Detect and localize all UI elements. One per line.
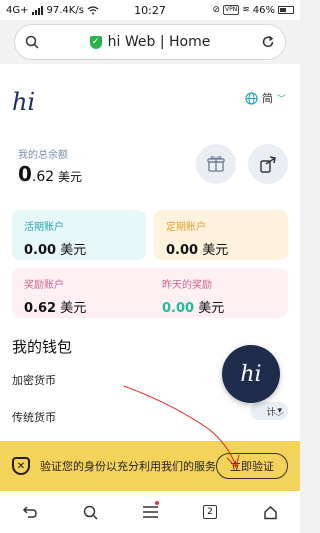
current-account-card[interactable]: 活期账户 0.00 美元 xyxy=(12,210,146,260)
address-bar[interactable]: ✓ hi Web | Home xyxy=(14,24,286,60)
chevron-down-icon: ﹀ xyxy=(273,411,284,424)
rewards-button[interactable] xyxy=(196,144,236,184)
search-icon[interactable] xyxy=(25,35,39,49)
notification-dot xyxy=(155,501,159,505)
reload-icon[interactable] xyxy=(261,35,275,49)
shield-x-icon: ✕ xyxy=(12,457,30,475)
yesterday-reward: 昨天的奖励 0.00 美元 xyxy=(162,276,224,316)
menu-button[interactable] xyxy=(132,494,168,530)
back-arrow-icon xyxy=(22,506,37,518)
search-button[interactable] xyxy=(72,494,108,530)
fixed-account-card[interactable]: 定期账户 0.00 美元 xyxy=(154,210,288,260)
transfer-out-button[interactable] xyxy=(248,144,288,184)
tabs-button[interactable]: 2 xyxy=(192,494,228,530)
reward-accounts-card[interactable]: 奖励账户 0.62 美元 昨天的奖励 0.00 美元 xyxy=(12,268,288,318)
current-account-amount: 0.00 xyxy=(24,243,57,258)
fixed-account-unit: 美元 xyxy=(202,243,229,258)
clock: 10:27 xyxy=(134,3,166,17)
export-icon xyxy=(260,156,276,173)
total-balance-label: 我的总余额 xyxy=(18,150,68,161)
reward-account-label: 奖励账户 xyxy=(24,280,64,291)
reward-account: 奖励账户 0.62 美元 xyxy=(24,276,86,316)
yesterday-reward-unit: 美元 xyxy=(198,301,225,316)
verify-banner-text: 验证您的身份以充分利用我们的服务 xyxy=(40,460,216,473)
wallet-item-label: 加密货币 xyxy=(12,374,56,387)
gift-icon xyxy=(207,156,225,172)
home-button[interactable] xyxy=(252,494,288,530)
browser-bottom-bar: 2 xyxy=(0,491,300,533)
globe-icon xyxy=(245,91,258,105)
wallet-title: 我的钱包 xyxy=(12,338,73,356)
wallet-item-fiat[interactable]: 传统货币 ﹀ xyxy=(12,409,288,425)
home-icon xyxy=(263,505,277,519)
reward-account-unit: 美元 xyxy=(60,301,87,316)
current-account-unit: 美元 xyxy=(60,243,87,258)
yesterday-reward-amount: 0.00 xyxy=(162,301,195,316)
yesterday-reward-label: 昨天的奖励 xyxy=(162,280,212,291)
menu-icon xyxy=(142,506,158,518)
url-text: hi Web | Home xyxy=(107,34,211,50)
tabs-count: 2 xyxy=(203,505,217,519)
hi-assistant-logo: hi xyxy=(240,361,262,387)
chevron-down-icon: ﹀ xyxy=(276,94,286,105)
battery-icon xyxy=(278,6,294,14)
status-bar: 4G+ 97.4K/s 10:27 ⊘ VPN ≋ 46% xyxy=(0,0,300,20)
shield-check-icon: ✓ xyxy=(89,35,102,49)
hi-assistant-button[interactable]: hi xyxy=(222,345,280,403)
fixed-account-amount: 0.00 xyxy=(166,243,199,258)
total-balance-value: 0.62 美元 xyxy=(18,162,82,186)
wallet-item-label: 传统货币 xyxy=(12,411,56,424)
balance-int: 0 xyxy=(18,162,32,186)
language-label: 简 xyxy=(261,92,273,105)
reward-account-amount: 0.62 xyxy=(24,301,57,316)
search-icon xyxy=(83,505,98,520)
fixed-account-label: 定期账户 xyxy=(166,222,206,233)
balance-currency: 美元 xyxy=(58,170,83,184)
hi-logo[interactable]: hi xyxy=(12,88,35,116)
verify-now-button[interactable]: 立即验证 xyxy=(216,453,288,479)
fixed-account-value: 0.00 美元 xyxy=(166,239,276,258)
current-account-label: 活期账户 xyxy=(24,222,64,233)
back-button[interactable] xyxy=(12,494,48,530)
url-display[interactable]: ✓ hi Web | Home xyxy=(39,34,261,50)
balance-decimal: .62 xyxy=(31,169,55,185)
current-account-value: 0.00 美元 xyxy=(24,239,134,258)
verify-identity-banner: ✕ 验证您的身份以充分利用我们的服务 立即验证 xyxy=(0,441,300,491)
language-selector[interactable]: 简 ﹀ xyxy=(245,90,286,106)
